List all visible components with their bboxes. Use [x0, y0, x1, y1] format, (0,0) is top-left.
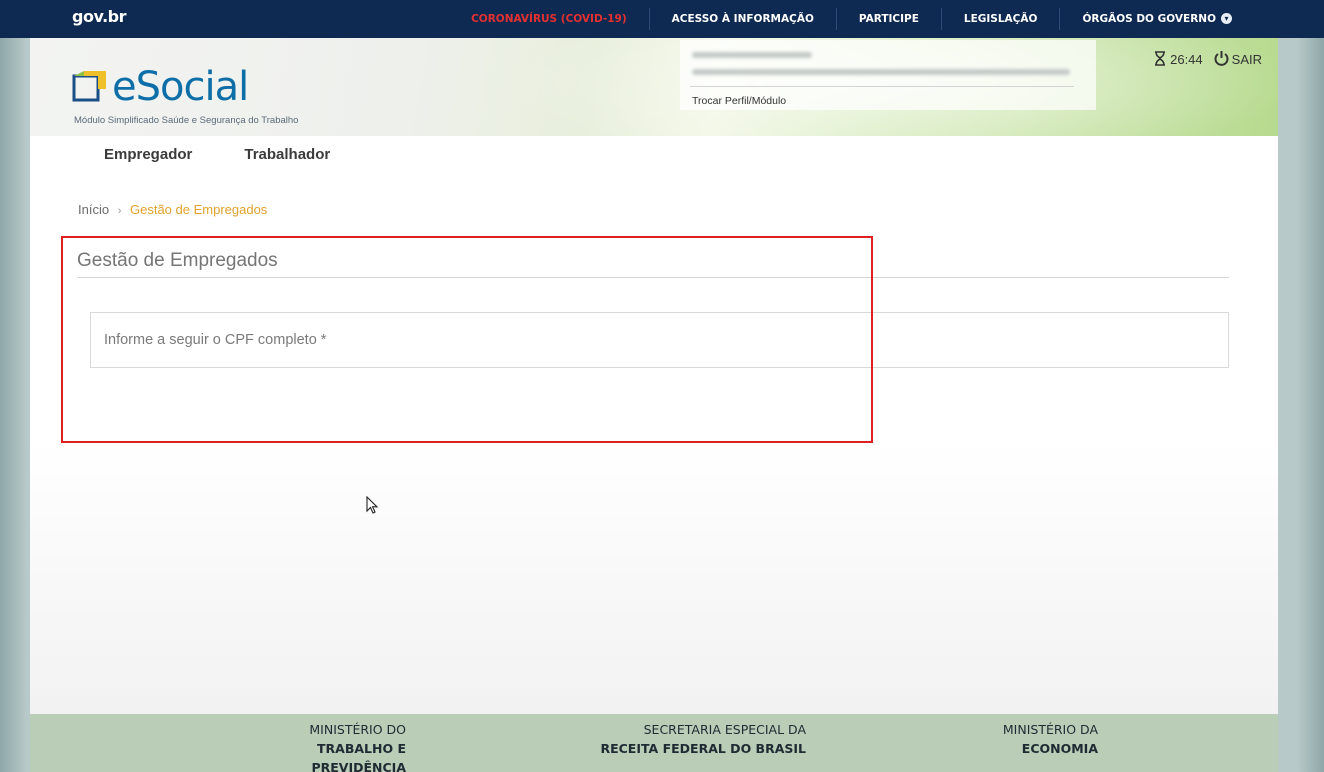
profile-company-redacted	[692, 69, 1070, 75]
esocial-logo[interactable]: eSocial	[72, 60, 249, 110]
session-timer: 26:44	[1154, 50, 1203, 67]
logout-button[interactable]: SAIR	[1213, 50, 1262, 67]
module-subtitle: Módulo Simplificado Saúde e Segurança do…	[74, 115, 299, 126]
govbr-logo[interactable]: gov.br	[72, 7, 127, 26]
nav-item-empregador[interactable]: Empregador	[104, 146, 192, 163]
footer-ministerio-economia-line2: ECONOMIA	[1021, 741, 1098, 756]
profile-divider	[690, 86, 1074, 87]
link-coronavirus[interactable]: CORONAVÍRUS (COVID-19)	[449, 8, 649, 30]
main-nav: Empregador Trabalhador	[104, 146, 330, 163]
mouse-cursor-icon	[366, 496, 379, 514]
session-area: 26:44 SAIR	[1154, 50, 1262, 67]
esocial-logo-icon	[72, 71, 106, 102]
footer-ministerio-trabalho-line2: TRABALHO E PREVIDÊNCIA	[311, 741, 406, 772]
footer-ministerio-economia-line1: MINISTÉRIO DA	[1002, 722, 1098, 737]
highlight-annotation-box	[61, 236, 873, 443]
link-acesso-informacao[interactable]: ACESSO À INFORMAÇÃO	[648, 8, 836, 30]
profile-box: Trocar Perfil/Módulo	[680, 40, 1096, 110]
footer-receita-federal-line1: SECRETARIA ESPECIAL DA	[643, 722, 806, 737]
link-legislacao[interactable]: LEGISLAÇÃO	[940, 8, 1060, 30]
nav-item-trabalhador[interactable]: Trabalhador	[244, 146, 330, 163]
breadcrumb-current: Gestão de Empregados	[130, 202, 268, 217]
esocial-logo-text: eSocial	[112, 64, 249, 110]
link-orgaos-governo[interactable]: ÓRGÃOS DO GOVERNO ▾	[1059, 8, 1324, 30]
power-icon	[1214, 51, 1229, 66]
chevron-down-icon: ▾	[1221, 13, 1232, 24]
profile-name-redacted	[692, 52, 812, 58]
footer-ministerio-trabalho: MINISTÉRIO DO TRABALHO E PREVIDÊNCIA	[234, 720, 406, 772]
link-participe[interactable]: PARTICIPE	[835, 8, 941, 30]
govbr-top-bar: gov.br CORONAVÍRUS (COVID-19) ACESSO À I…	[0, 0, 1324, 38]
hourglass-icon	[1155, 50, 1166, 66]
switch-profile-link[interactable]: Trocar Perfil/Módulo	[692, 95, 786, 107]
footer-receita-federal-line2: RECEITA FEDERAL DO BRASIL	[600, 741, 806, 756]
footer-ministerio-economia: MINISTÉRIO DA ECONOMIA	[990, 720, 1098, 758]
breadcrumb: Início › Gestão de Empregados	[78, 202, 267, 217]
govbr-links: CORONAVÍRUS (COVID-19) ACESSO À INFORMAÇ…	[449, 0, 1324, 38]
link-orgaos-governo-label: ÓRGÃOS DO GOVERNO	[1082, 13, 1216, 25]
footer-receita-federal: SECRETARIA ESPECIAL DA RECEITA FEDERAL D…	[590, 720, 806, 758]
session-timer-value: 26:44	[1170, 51, 1203, 67]
logout-label: SAIR	[1231, 52, 1262, 67]
main-card: eSocial Módulo Simplificado Saúde e Segu…	[30, 38, 1278, 772]
esocial-header: eSocial Módulo Simplificado Saúde e Segu…	[30, 38, 1278, 136]
footer-ministerio-trabalho-line1: MINISTÉRIO DO	[309, 722, 406, 737]
breadcrumb-separator: ›	[117, 205, 122, 217]
footer: MINISTÉRIO DO TRABALHO E PREVIDÊNCIA SEC…	[30, 714, 1278, 772]
breadcrumb-home[interactable]: Início	[78, 202, 109, 217]
